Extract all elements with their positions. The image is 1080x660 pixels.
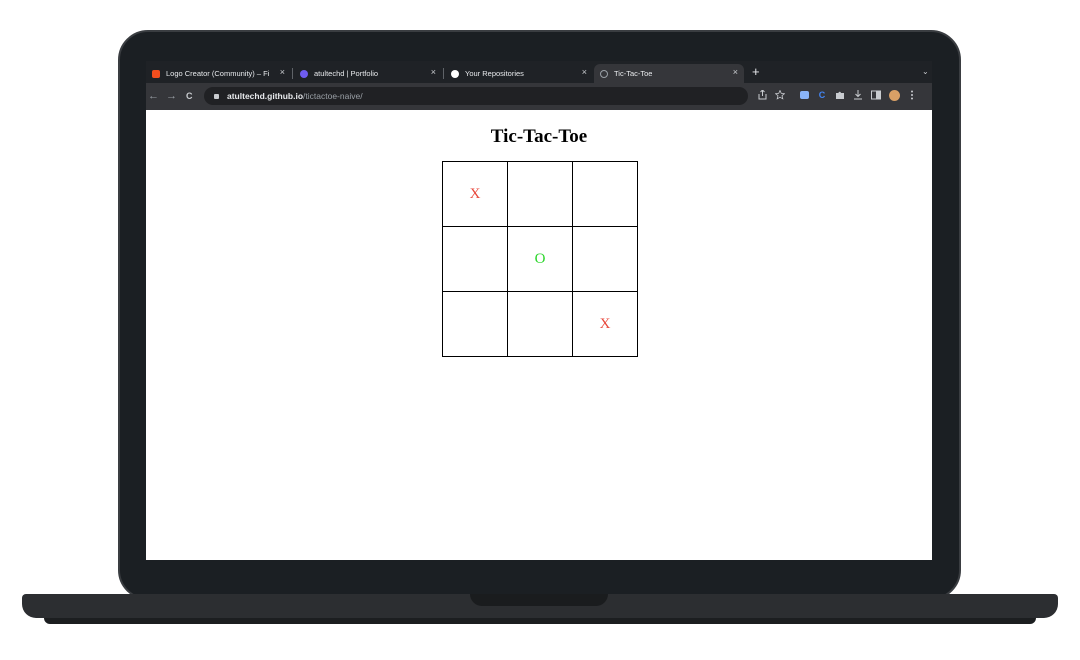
browser-toolbar: ← → C atultechd.github.io /tictactoe-nai…	[146, 83, 932, 110]
board-cell[interactable]	[443, 292, 508, 357]
laptop-base-foot	[44, 618, 1036, 624]
side-panel-icon[interactable]	[870, 89, 882, 101]
tab-label: Your Repositories	[465, 69, 524, 78]
laptop-screen: Logo Creator (Community) – Fi × atultech…	[146, 61, 932, 560]
board-cell[interactable]	[508, 292, 573, 357]
github-icon	[451, 69, 459, 78]
close-tab-icon[interactable]: ×	[582, 67, 587, 77]
close-tab-icon[interactable]: ×	[733, 67, 738, 77]
bookmark-star-icon[interactable]	[774, 89, 786, 101]
board-cell[interactable]: O	[508, 227, 573, 292]
globe-icon	[600, 69, 608, 78]
board-cell[interactable]	[443, 227, 508, 292]
tab-search-button[interactable]: ⌄	[922, 67, 929, 76]
download-icon[interactable]	[852, 89, 864, 101]
c-extension-icon[interactable]: C	[816, 89, 828, 101]
back-button[interactable]: ←	[148, 90, 159, 102]
laptop-notch	[470, 594, 608, 606]
tab-label: atultechd | Portfolio	[314, 69, 379, 78]
url-host: atultechd.github.io	[227, 91, 304, 101]
tab-separator	[292, 68, 293, 79]
board-cell[interactable]	[573, 162, 638, 227]
extensions-puzzle-icon[interactable]	[834, 89, 846, 101]
tab-strip: Logo Creator (Community) – Fi × atultech…	[146, 61, 932, 83]
forward-button[interactable]: →	[166, 90, 177, 102]
portfolio-favicon-icon	[300, 69, 308, 78]
board-cell[interactable]	[508, 162, 573, 227]
profile-avatar-icon[interactable]	[888, 89, 900, 101]
more-menu-icon[interactable]	[906, 89, 918, 101]
board-cell[interactable]: X	[443, 162, 508, 227]
page-content: Tic-Tac-Toe X O X	[146, 110, 932, 560]
reload-button[interactable]: C	[186, 91, 193, 101]
board-cell[interactable]: X	[573, 292, 638, 357]
page-title: Tic-Tac-Toe	[490, 126, 588, 147]
tab-label: Tic-Tac-Toe	[614, 69, 653, 78]
lock-icon	[214, 93, 219, 99]
tab-repositories[interactable]: Your Repositories ×	[445, 64, 593, 83]
url-path: /tictactoe-naive/	[303, 91, 363, 101]
tab-logo-creator[interactable]: Logo Creator (Community) – Fi ×	[146, 64, 291, 83]
tic-tac-toe-board: X O X	[442, 161, 638, 357]
share-icon[interactable]	[756, 89, 768, 101]
close-tab-icon[interactable]: ×	[431, 67, 436, 77]
tab-label: Logo Creator (Community) – Fi	[166, 69, 270, 78]
tab-portfolio[interactable]: atultechd | Portfolio ×	[294, 64, 442, 83]
new-tab-button[interactable]: +	[752, 64, 760, 79]
screenshot-extension-icon[interactable]	[798, 89, 810, 101]
tab-tic-tac-toe[interactable]: Tic-Tac-Toe ×	[594, 64, 744, 83]
close-tab-icon[interactable]: ×	[280, 67, 285, 77]
tab-separator	[443, 68, 444, 79]
figma-icon	[152, 69, 160, 78]
address-bar[interactable]: atultechd.github.io /tictactoe-naive/	[204, 87, 748, 105]
board-cell[interactable]	[573, 227, 638, 292]
